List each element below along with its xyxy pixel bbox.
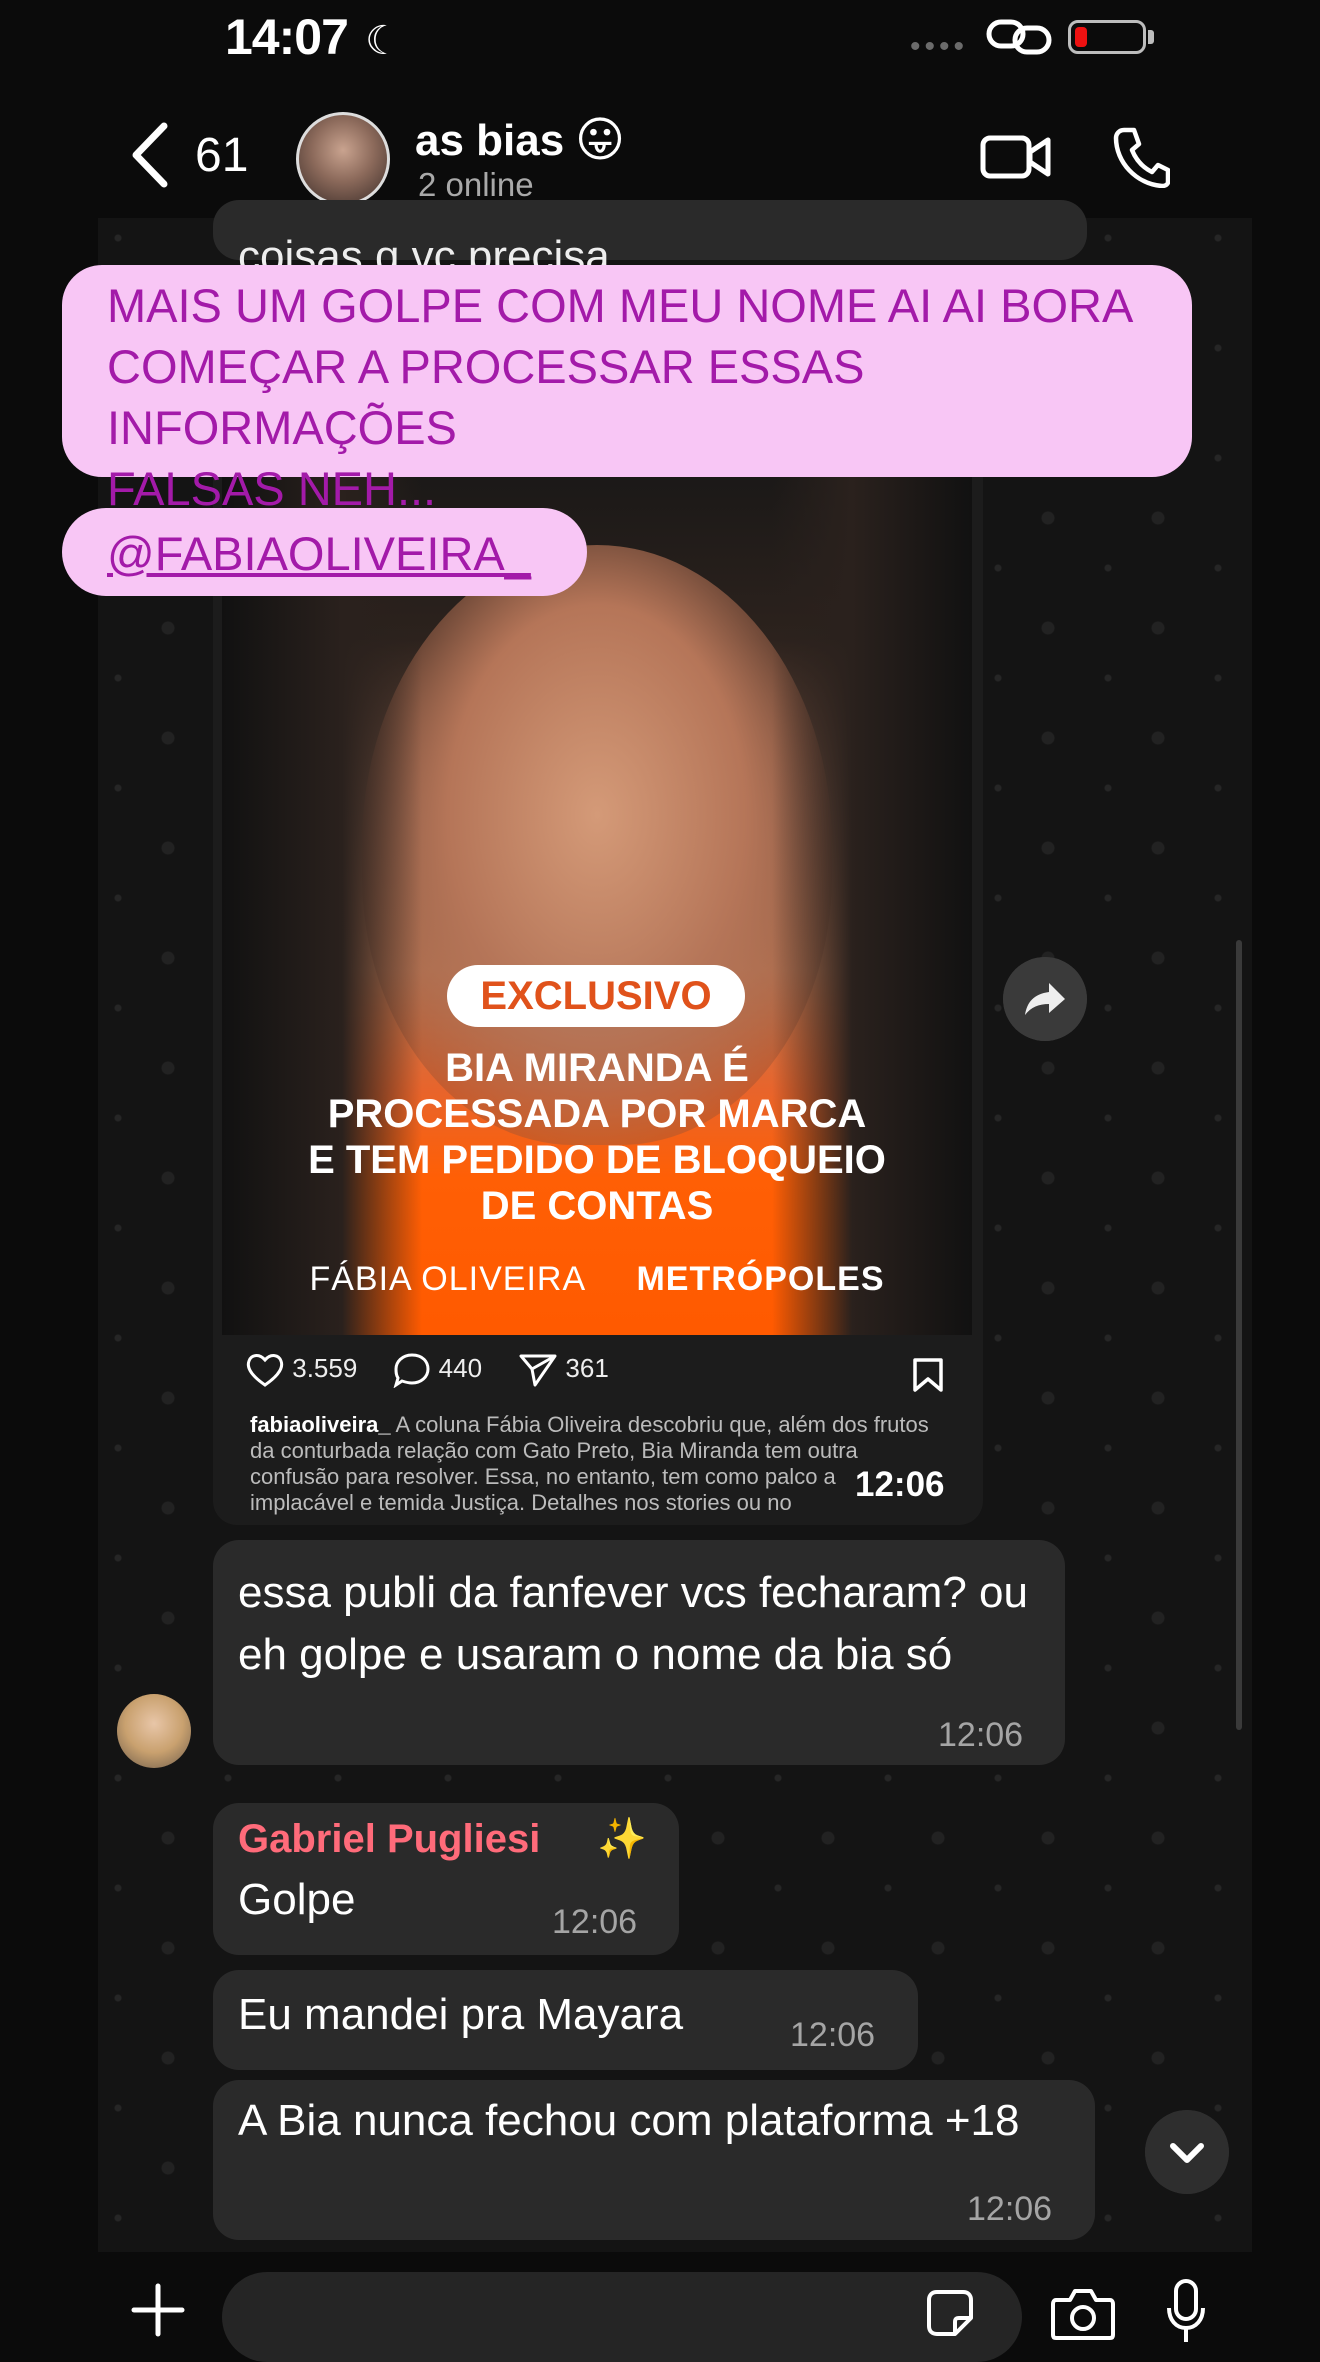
signal-icon: •••• (910, 30, 969, 63)
exclusive-badge: EXCLUSIVO (447, 965, 745, 1027)
post-stats: 3.559 440 361 (245, 1352, 609, 1388)
sender-avatar[interactable] (117, 1694, 191, 1768)
message-input[interactable] (222, 2272, 1022, 2362)
message-text: essa publi da fanfever vcs fecharam? ou … (238, 1568, 1029, 1679)
send-icon (519, 1354, 557, 1387)
message-text: A Bia nunca fechou com plataforma +18 (238, 2096, 1020, 2145)
message-time: 12:06 (938, 1716, 1024, 1754)
moon-icon: ☾ (365, 19, 401, 63)
message-text: Golpe (238, 1875, 356, 1924)
tongue-emoji-icon: 😛 (575, 114, 626, 167)
heart-icon (246, 1354, 284, 1387)
online-status: 2 online (418, 166, 534, 203)
unread-count[interactable]: 61 (195, 128, 248, 183)
message-time: 12:06 (967, 2190, 1053, 2228)
group-avatar[interactable] (296, 112, 390, 206)
forward-icon[interactable] (1003, 957, 1087, 1041)
microphone-icon[interactable] (1166, 2278, 1206, 2346)
brand-metropoles: METRÓPOLES (636, 1260, 885, 1298)
likes-count: 3.559 (292, 1352, 358, 1383)
message-time: 12:06 (552, 1903, 638, 1941)
video-call-icon[interactable] (980, 130, 1052, 184)
chevron-down-icon[interactable] (1145, 2110, 1229, 2194)
chat-title[interactable]: as bias (415, 116, 564, 166)
bookmark-icon[interactable] (912, 1357, 944, 1393)
message-text: Eu mandei pra Mayara (238, 1990, 684, 2039)
comments-count: 440 (438, 1352, 483, 1383)
comment-icon (394, 1353, 430, 1388)
caption-username: fabiaoliveira_ (250, 1412, 391, 1437)
battery-cap (1148, 30, 1154, 44)
camera-icon[interactable] (1050, 2286, 1116, 2342)
post-timestamp: 12:06 (855, 1465, 945, 1504)
brand-fabia-oliveira: FÁBIA OLIVEIRA (309, 1260, 585, 1298)
story-caption-sticker: MAIS UM GOLPE COM MEU NOME AI AI BORA CO… (62, 265, 1192, 515)
link-icon (986, 19, 1052, 55)
status-time: 14:07 (225, 9, 349, 65)
scrollbar[interactable] (1236, 940, 1242, 1730)
battery-icon (1068, 20, 1146, 54)
message-time: 12:06 (790, 2016, 876, 2054)
post-brands: FÁBIA OLIVEIRA METRÓPOLES (222, 1260, 972, 1299)
sparkle-emoji-icon: ✨ (597, 1817, 647, 1861)
shares-count: 361 (565, 1352, 609, 1383)
phone-icon[interactable] (1112, 126, 1170, 188)
sticker-icon[interactable] (925, 2288, 975, 2338)
mention-sticker[interactable]: @FABIAOLIVEIRA_ (62, 508, 587, 596)
post-caption: fabiaoliveira_ A coluna Fábia Oliveira d… (250, 1412, 940, 1516)
post-headline: BIA MIRANDA É PROCESSADA POR MARCA E TEM… (308, 1046, 886, 1228)
plus-icon[interactable] (130, 2282, 186, 2338)
chevron-left-icon[interactable] (128, 120, 172, 190)
sender-name[interactable]: Gabriel Pugliesi (238, 1817, 540, 1862)
